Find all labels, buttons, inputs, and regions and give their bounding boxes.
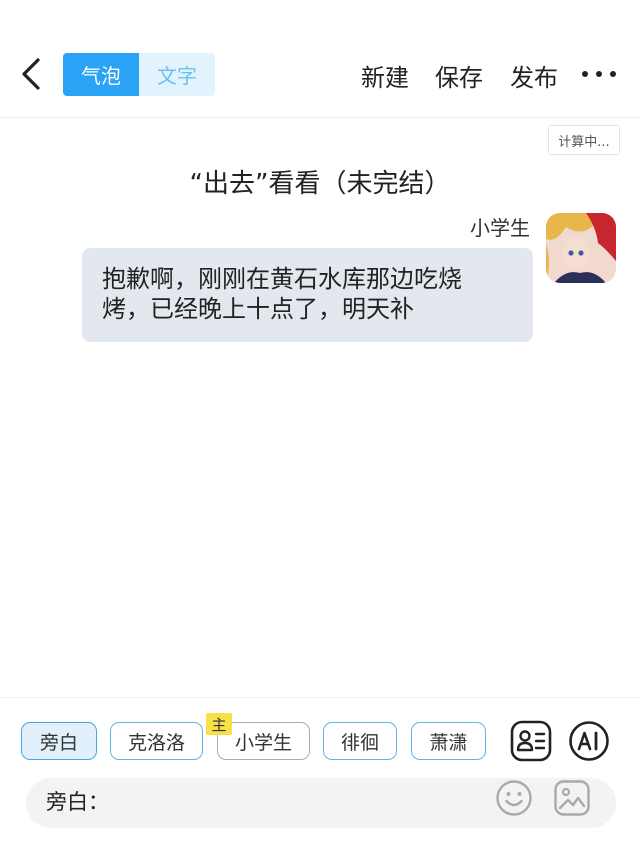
- publish-button[interactable]: 发布: [510, 58, 558, 93]
- message-line: 抱歉啊，刚刚在黄石水库那边吃烧: [102, 265, 462, 293]
- chevron-left-icon: [22, 58, 40, 90]
- chat-story-editor: 气泡 文字 新建 保存 发布 计算中... “出去”看看（未完结） 小学生 抱歉…: [0, 0, 640, 853]
- ai-icon[interactable]: [568, 720, 610, 762]
- character-list-icon[interactable]: [510, 720, 552, 762]
- new-button[interactable]: 新建: [361, 58, 409, 93]
- main-character-badge: 主: [206, 713, 232, 735]
- save-button[interactable]: 保存: [435, 58, 483, 93]
- character-chip-xiaoxiao[interactable]: 萧潇: [411, 722, 486, 760]
- image-icon[interactable]: [553, 779, 591, 817]
- message-input[interactable]: [108, 786, 488, 816]
- back-button[interactable]: [16, 56, 48, 92]
- status-badge: 计算中...: [548, 125, 620, 155]
- sender-name: 小学生: [470, 216, 530, 240]
- speaker-label: 旁白：: [46, 790, 109, 814]
- avatar[interactable]: [546, 213, 616, 283]
- character-chip-keluoluo[interactable]: 克洛洛: [110, 722, 203, 760]
- top-bar: 气泡 文字 新建 保存 发布: [0, 0, 640, 118]
- tab-bubble[interactable]: 气泡: [63, 53, 139, 96]
- character-chip-paihuai[interactable]: 徘徊: [323, 722, 397, 760]
- story-title: “出去”看看（未完结）: [189, 169, 451, 199]
- character-chip-narrator[interactable]: 旁白: [21, 722, 97, 760]
- message-line: 烤，已经晚上十点了，明天补: [102, 295, 414, 323]
- emoji-icon[interactable]: [495, 779, 533, 817]
- more-dots-icon[interactable]: [582, 64, 616, 84]
- mode-switch: 气泡 文字: [63, 53, 215, 96]
- tab-text[interactable]: 文字: [139, 53, 215, 96]
- message-bubble[interactable]: 抱歉啊，刚刚在黄石水库那边吃烧 烤，已经晚上十点了，明天补: [82, 248, 533, 342]
